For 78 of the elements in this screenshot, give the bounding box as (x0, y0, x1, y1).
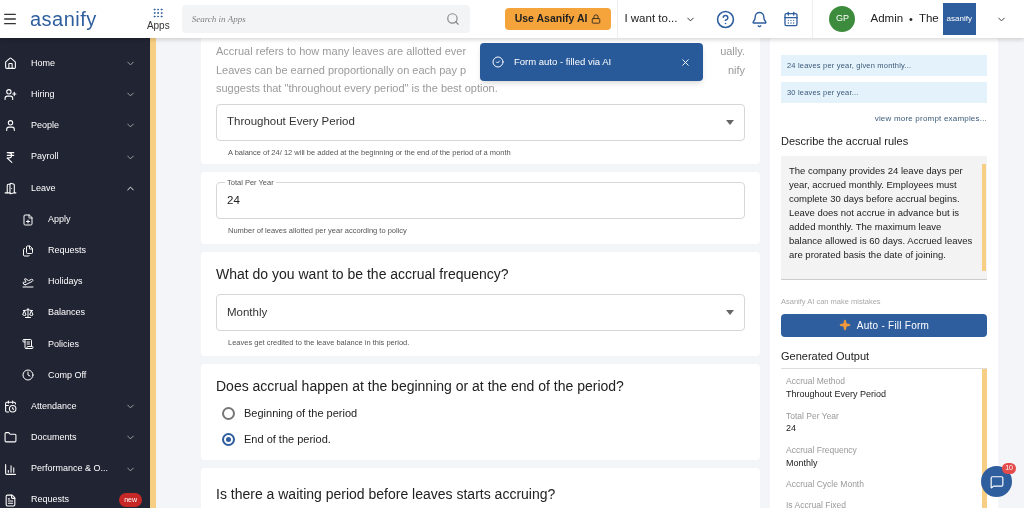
logo: asanify (30, 7, 97, 32)
output-label: Is Accrual Fixed (786, 498, 847, 508)
sidebar-item[interactable]: Home (0, 48, 150, 80)
quick-menu-dropdown[interactable]: I want to... (624, 10, 697, 28)
output-value: 24 (786, 422, 797, 436)
question-title: What do you want to be the accrual frequency? (216, 265, 510, 284)
radio-label: Beginning of the period (244, 406, 358, 421)
calendar-clock-icon (4, 400, 17, 414)
sidebar-item[interactable]: People (0, 110, 150, 142)
lock-icon (591, 14, 602, 24)
output-label: Accrual Cycle Month (786, 478, 865, 491)
separator-dot: • (909, 11, 913, 27)
check-circle-icon (492, 56, 504, 68)
output-label: Accrual Method (786, 375, 847, 388)
output-value: Monthly (786, 456, 819, 470)
description-text: nify (727, 62, 745, 78)
description-text: Accrual refers to how many leaves are allotted ever (216, 44, 467, 59)
company-name: The (918, 11, 939, 27)
sidebar-subitem[interactable]: Holidays (0, 266, 150, 298)
radio-label: End of the period. (244, 432, 331, 447)
scale-icon (22, 307, 34, 320)
use-ai-button[interactable]: Use Asanify AI (504, 8, 612, 30)
section-title: Describe the accrual rules (781, 134, 910, 149)
calendar-icon[interactable] (783, 11, 800, 27)
output-label: Accrual Frequency (786, 443, 858, 457)
clock-icon (22, 369, 34, 382)
chat-icon (989, 474, 1004, 489)
sparkle-icon (838, 319, 851, 332)
files-icon (22, 244, 34, 257)
scroll-icon (22, 338, 34, 351)
output-value: Throughout Every Period (786, 388, 888, 401)
sidebar-subitem[interactable]: Policies (0, 328, 150, 360)
radio-button[interactable] (222, 432, 235, 446)
select-field[interactable]: Throughout Every Period (216, 103, 745, 141)
question-title: Is there a waiting period before leaves starts accruing? (216, 486, 556, 503)
person-icon (4, 119, 17, 133)
sidebar-item[interactable]: Performance & O... (0, 453, 150, 485)
search-field[interactable]: Search in Apps (181, 5, 470, 33)
sidebar-subitem[interactable]: Balances (0, 297, 150, 329)
sidebar-subitem[interactable]: Comp Off (0, 359, 150, 392)
airplane-icon (22, 275, 34, 288)
avatar[interactable]: GP (829, 6, 856, 32)
description-text: Leaves can be earned proportionally on each pay p (216, 62, 467, 78)
file-plus-icon (22, 213, 34, 226)
more-examples-link[interactable]: view more prompt examples... (874, 113, 987, 125)
apps-grid-icon (152, 7, 165, 19)
select-field[interactable]: Monthly (216, 294, 745, 331)
user-role: Admin (870, 11, 904, 27)
apps-button[interactable]: Apps (146, 7, 170, 31)
document-icon (4, 493, 17, 507)
output-label: Total Per Year (786, 409, 840, 423)
help-icon[interactable] (716, 9, 736, 29)
home-icon (4, 57, 17, 71)
sidebar-item[interactable]: Documents (0, 422, 150, 454)
company-logo: asanify (942, 3, 976, 35)
description-text: ually. (720, 44, 745, 59)
question-title: Does accrual happen at the beginning or at the end of the period? (216, 377, 625, 397)
rules-textarea[interactable]: The company provides 24 leave days per year, accrued monthly. Employees must complete 30 days before accrual begins. Leave does not accrue in advance but is added monthly. The maximum leave balance allowed is 60 days. Accrued leaves are prorated basis the date of joining. (781, 155, 987, 280)
search-icon (445, 12, 460, 26)
person-add-icon (4, 88, 17, 102)
sidebar-item[interactable]: Attendance (0, 391, 150, 423)
sidebar-item[interactable]: Hiring (0, 79, 150, 111)
bar-chart-icon (4, 462, 17, 476)
auto-fill-button[interactable]: Auto - Fill Form (781, 313, 987, 337)
close-icon[interactable] (680, 56, 691, 68)
section-title: Generated Output (781, 348, 871, 364)
folder-icon (4, 431, 17, 445)
sidebar-subitem[interactable]: Apply (0, 203, 150, 236)
notification-icon[interactable] (751, 10, 769, 28)
sidebar-item[interactable]: Payroll (0, 141, 150, 173)
description-text: suggests that "throughout every period" is the best option. (216, 81, 498, 96)
sidebar-subitem[interactable]: Requests (0, 235, 150, 267)
radio-button[interactable] (222, 406, 235, 420)
sidebar-item[interactable]: Leave (0, 172, 150, 204)
menu-icon[interactable] (2, 11, 18, 27)
door-icon (4, 181, 17, 195)
rupee-icon (4, 150, 17, 164)
toast-message: Form auto - filled via AI (514, 54, 613, 69)
